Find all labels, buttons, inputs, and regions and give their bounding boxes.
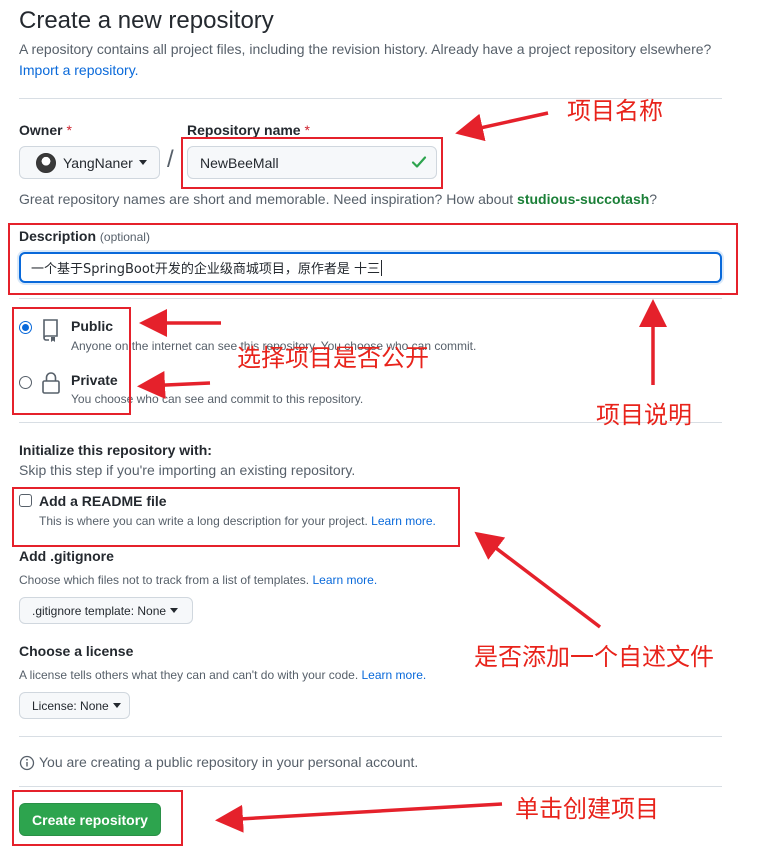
arrow-to-create [215,802,503,833]
arrow-to-private [137,371,211,400]
annotation-arrows [137,111,667,833]
arrow-to-name [455,111,549,142]
arrow-to-readme [474,531,602,629]
